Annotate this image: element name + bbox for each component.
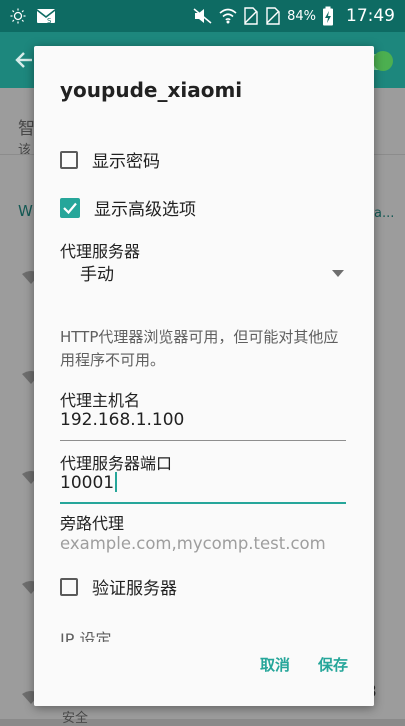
dialog-actions: 取消 保存 — [260, 654, 348, 675]
back-arrow-icon[interactable] — [14, 50, 34, 70]
dropdown-arrow-icon — [332, 270, 344, 277]
port-value: 10001 — [60, 473, 115, 493]
bypass-label: 旁路代理 — [60, 514, 125, 533]
show-password-row[interactable]: 显示密码 — [60, 147, 160, 172]
show-password-label: 显示密码 — [92, 152, 160, 172]
proxy-note: HTTP代理器浏览器可用，但可能对其他应用程序不可用。 — [60, 328, 339, 369]
battery-charging-icon — [323, 6, 333, 26]
verify-server-checkbox[interactable] — [60, 577, 78, 596]
advanced-options-row[interactable]: 显示高级选项 — [60, 195, 196, 220]
cancel-button[interactable]: 取消 — [260, 654, 290, 675]
bg-security-text: 安全 — [62, 711, 89, 726]
setting-subtitle: 该 — [18, 143, 32, 158]
save-button[interactable]: 保存 — [318, 654, 348, 675]
proxy-dropdown-value: 手动 — [80, 265, 114, 285]
advanced-options-label: 显示高级选项 — [94, 200, 196, 220]
checkmark-icon — [63, 202, 77, 214]
proxy-label: 代理服务器 — [60, 242, 141, 261]
advanced-options-checkbox[interactable] — [60, 197, 80, 218]
battery-percent: 84% — [287, 8, 316, 24]
status-bar: S 84% 17:49 — [0, 0, 405, 32]
no-sim-icon — [266, 7, 280, 25]
proxy-dropdown[interactable]: 手动 — [80, 260, 344, 286]
port-label: 代理服务器端口 — [60, 454, 173, 473]
show-password-checkbox[interactable] — [60, 150, 78, 169]
no-sim-icon — [244, 7, 258, 25]
gmail-notification-icon: S — [36, 9, 56, 25]
bypass-placeholder: example.com,mycomp.test.com — [60, 534, 326, 553]
verify-server-label: 验证服务器 — [92, 579, 177, 599]
mute-icon — [193, 8, 212, 24]
port-input[interactable]: 10001 — [60, 472, 346, 504]
hostname-input[interactable]: 192.168.1.100 — [60, 410, 346, 441]
clock: 17:49 — [346, 6, 395, 26]
hostname-value: 192.168.1.100 — [60, 410, 185, 430]
setting-title: 智 — [18, 119, 35, 139]
brightness-icon — [10, 8, 26, 24]
bypass-input[interactable]: example.com,mycomp.test.com — [60, 534, 346, 564]
svg-text:S: S — [47, 17, 52, 25]
verify-server-row[interactable]: 验证服务器 — [60, 574, 177, 599]
dialog-title: youpude_xiaomi — [60, 78, 243, 102]
section-header: W — [18, 202, 33, 220]
wifi-network-dialog: youpude_xiaomi 显示密码 显示高级选项 代理服务器 手动 HTTP… — [34, 46, 374, 706]
section-header-trailing: a... — [374, 206, 395, 221]
wifi-icon — [219, 8, 237, 24]
hostname-label: 代理主机名 — [60, 391, 141, 410]
text-cursor — [115, 472, 117, 492]
